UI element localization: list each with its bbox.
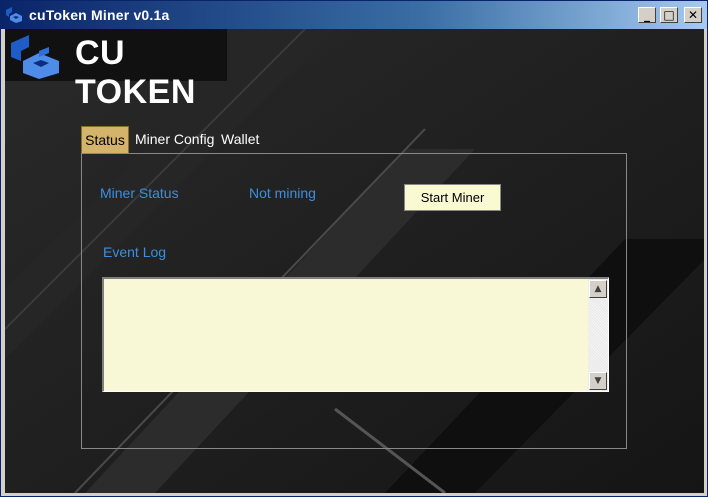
event-log-scrollbar[interactable]: ▲ ▼ bbox=[588, 279, 608, 391]
status-panel: Miner Status Not mining Start Miner Even… bbox=[81, 153, 627, 449]
app-window: cuToken Miner v0.1a _ □ ✕ CU TOKEN Statu… bbox=[0, 0, 708, 497]
scroll-up-button[interactable]: ▲ bbox=[589, 280, 607, 298]
maximize-button[interactable]: □ bbox=[660, 7, 678, 23]
arrow-down-icon: ▼ bbox=[594, 376, 602, 386]
tab-miner-config[interactable]: Miner Config bbox=[135, 126, 214, 152]
miner-status-value: Not mining bbox=[249, 185, 316, 201]
minimize-button[interactable]: _ bbox=[638, 7, 656, 23]
brand-logo: CU TOKEN bbox=[5, 29, 227, 111]
scroll-down-button[interactable]: ▼ bbox=[589, 372, 607, 390]
close-button[interactable]: ✕ bbox=[684, 7, 702, 23]
tab-wallet[interactable]: Wallet bbox=[221, 126, 259, 152]
cutoken-logo-icon bbox=[6, 7, 22, 23]
miner-status-label: Miner Status bbox=[100, 185, 179, 201]
brand-name: CU TOKEN bbox=[75, 34, 196, 111]
maximize-icon: □ bbox=[663, 8, 675, 22]
tab-status[interactable]: Status bbox=[81, 126, 129, 153]
close-icon: ✕ bbox=[687, 8, 699, 22]
title-bar[interactable]: cuToken Miner v0.1a _ □ ✕ bbox=[1, 1, 707, 29]
event-log-label: Event Log bbox=[103, 244, 167, 260]
arrow-up-icon: ▲ bbox=[594, 284, 602, 294]
window-title: cuToken Miner v0.1a bbox=[29, 7, 170, 23]
start-miner-button[interactable]: Start Miner bbox=[404, 184, 501, 211]
cutoken-logo-icon bbox=[11, 35, 59, 79]
event-log-textarea[interactable]: ▲ ▼ bbox=[102, 277, 609, 392]
main-client-area: CU TOKEN Status Miner Config Wallet Mine… bbox=[5, 29, 704, 493]
minimize-icon: _ bbox=[644, 8, 650, 22]
